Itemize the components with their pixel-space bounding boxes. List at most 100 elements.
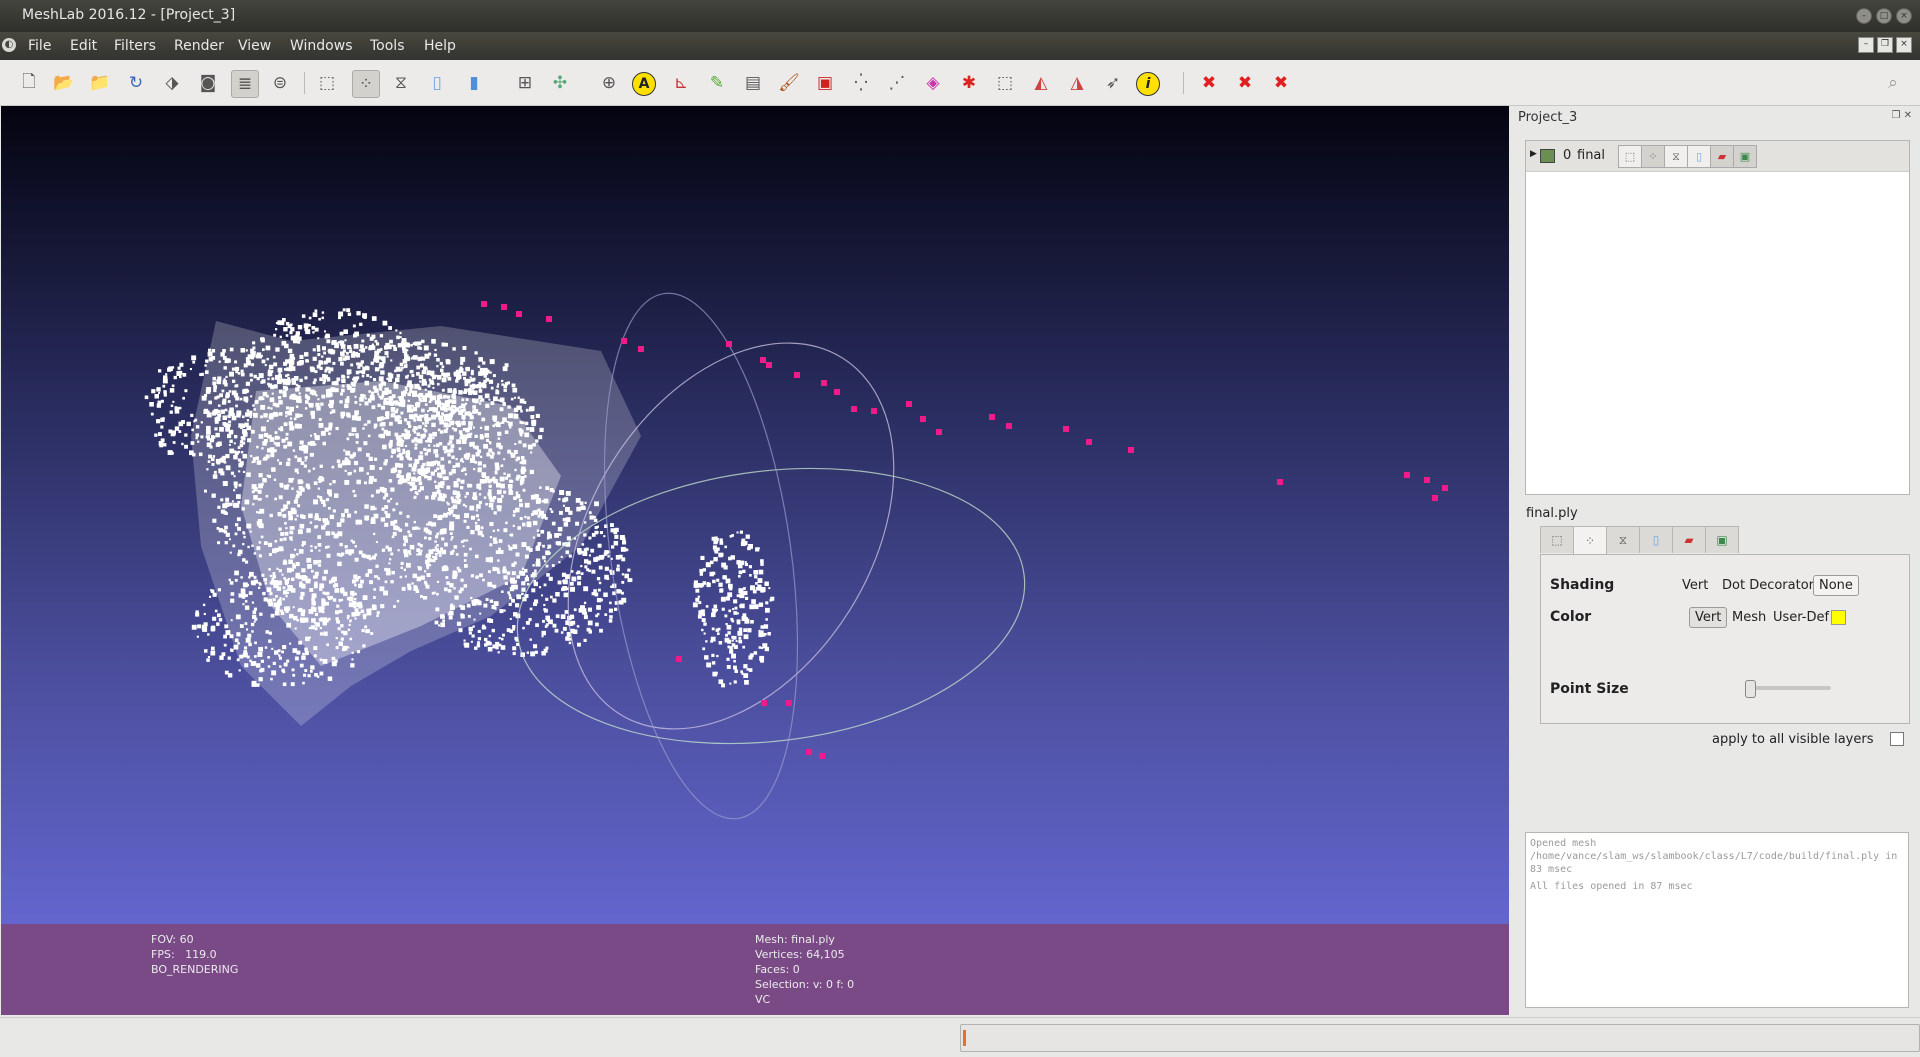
tab-wireframe[interactable]: ⧖ (1606, 526, 1640, 553)
select-region-icon[interactable]: ⬚ (992, 70, 1018, 96)
point-cloud-point (430, 462, 433, 465)
close-window-button[interactable]: × (1896, 8, 1912, 24)
open-project-icon[interactable]: 📂 (51, 70, 77, 96)
annotate-icon[interactable]: A (632, 72, 656, 96)
quality-mapper-icon[interactable]: ▣ (812, 70, 838, 96)
menu-edit[interactable]: Edit (70, 38, 97, 54)
point-cloud-point (300, 591, 305, 596)
delete-selected-icon[interactable]: ✖ (1196, 70, 1222, 96)
tab-solid[interactable]: ▯ (1639, 526, 1673, 553)
delete-vertices-icon[interactable]: ✖ (1268, 70, 1294, 96)
layer-flat-icon[interactable]: ▯ (1687, 145, 1711, 168)
point-cloud-point (246, 628, 249, 631)
point-cloud-point (505, 521, 508, 525)
export-mesh-icon[interactable]: ⬗ (159, 70, 185, 96)
point-cloud-point (384, 522, 389, 527)
visibility-icon[interactable] (1540, 149, 1555, 163)
info-icon[interactable]: i (1136, 72, 1160, 96)
point-cloud-point (427, 444, 431, 447)
paint-icon[interactable]: ✎ (704, 70, 730, 96)
pick-points-icon[interactable]: ⋰ (884, 70, 910, 96)
point-size-slider[interactable] (1745, 680, 1831, 698)
point-cloud-point (720, 596, 726, 602)
select-vertices-icon[interactable]: ⁛ (848, 70, 874, 96)
menu-view[interactable]: View (238, 38, 271, 54)
menu-filters[interactable]: Filters (114, 38, 156, 54)
tab-points[interactable]: ⁘ (1573, 526, 1607, 555)
apply-all-checkbox[interactable] (1890, 732, 1904, 746)
texture-icon[interactable]: ◈ (920, 70, 946, 96)
point-cloud-point (560, 614, 566, 619)
edit-face-icon[interactable]: ◭ (1028, 70, 1054, 96)
point-cloud-point (391, 570, 395, 575)
point-cloud-point (577, 642, 581, 647)
mdi-close-button[interactable]: × (1896, 37, 1912, 53)
maximize-window-button[interactable]: □ (1876, 8, 1892, 24)
tab-bbox[interactable]: ⬚ (1540, 526, 1574, 553)
search-icon[interactable]: ⌕ (1880, 70, 1906, 96)
trackball-icon[interactable]: ⊕ (596, 70, 622, 96)
expand-layer-icon[interactable]: ▶ (1530, 149, 1537, 159)
log-window[interactable]: Opened mesh /home/vance/slam_ws/slambook… (1525, 832, 1909, 1008)
georef-icon[interactable]: ✱ (956, 70, 982, 96)
edit-connected-icon[interactable]: ◮ (1064, 70, 1090, 96)
points-render-icon[interactable]: ⁘ (352, 70, 380, 98)
point-cloud-point (721, 607, 725, 611)
dock-buttons[interactable]: ❐ ✕ (1891, 110, 1912, 121)
point-cloud-point (293, 417, 297, 421)
point-cloud-point (443, 408, 448, 412)
menu-tools[interactable]: Tools (370, 38, 405, 54)
point-cloud-point (551, 521, 556, 526)
camera-point (1424, 477, 1430, 483)
flat-shading-icon[interactable]: ▯ (424, 70, 450, 96)
minimize-window-button[interactable]: – (1856, 8, 1872, 24)
point-cloud-point (501, 590, 504, 593)
tab-decorators[interactable]: ▣ (1705, 526, 1739, 553)
layer-points-icon[interactable]: ⁘ (1641, 145, 1665, 168)
point-size-slider-handle[interactable] (1745, 680, 1756, 698)
select-pointer-icon[interactable]: ➶ (1100, 70, 1126, 96)
bounding-box-icon[interactable]: ⬚ (314, 70, 340, 96)
brush-icon[interactable]: 🖌 (776, 70, 802, 96)
layer-row[interactable]: ▶ 0 final ⬚ ⁘ ⧖ ▯ ▰ ▣ (1526, 141, 1909, 172)
layer-wire-icon[interactable]: ⧖ (1664, 145, 1688, 168)
snapshot-icon[interactable]: ◙ (195, 70, 221, 96)
point-cloud-point (497, 383, 500, 386)
wireframe-icon[interactable]: ⧖ (388, 70, 414, 96)
mdi-minimize-button[interactable]: – (1858, 37, 1874, 53)
tab-texture[interactable]: ▰ (1672, 526, 1706, 553)
user-def-color-swatch[interactable] (1831, 610, 1846, 625)
delete-faces-icon[interactable]: ✖ (1232, 70, 1258, 96)
point-cloud-point (346, 396, 350, 399)
color-vert-button[interactable]: Vert (1689, 607, 1728, 628)
raster-layers-icon[interactable]: ⊜ (267, 70, 293, 96)
smooth-shading-icon[interactable]: ▮ (461, 70, 487, 96)
app-icon[interactable]: ◐ (2, 38, 16, 52)
layer-stack-icon[interactable]: ⊞ (512, 70, 538, 96)
mdi-restore-button[interactable]: ❐ (1877, 37, 1893, 53)
measure-icon[interactable]: ⊾ (668, 70, 694, 96)
layer-bbox-icon[interactable]: ⬚ (1618, 145, 1642, 168)
menu-help[interactable]: Help (424, 38, 456, 54)
3d-viewport[interactable]: FOV: 60 FPS: 119.0 BO_RENDERING Mesh: fi… (1, 106, 1509, 1015)
menu-file[interactable]: File (28, 38, 51, 54)
point-cloud-point (414, 443, 418, 447)
point-cloud-point (731, 653, 736, 659)
new-project-icon[interactable]: 🗋 (16, 70, 42, 96)
color-user-def-option[interactable]: User-Def (1773, 610, 1829, 625)
point-cloud-point (470, 378, 475, 382)
point-cloud-point (339, 609, 343, 614)
menu-windows[interactable]: Windows (290, 38, 353, 54)
layer-texture-icon[interactable]: ▰ (1710, 145, 1734, 168)
reload-icon[interactable]: ↻ (123, 70, 149, 96)
import-mesh-icon[interactable]: 📁 (87, 70, 113, 96)
color-mesh-option[interactable]: Mesh (1732, 610, 1766, 625)
show-layers-icon[interactable]: ≣ (231, 70, 259, 98)
point-cloud-point (223, 378, 226, 381)
raster-align-icon[interactable]: ▤ (740, 70, 766, 96)
dot-decorator-none-button[interactable]: None (1813, 575, 1859, 596)
menu-render[interactable]: Render (174, 38, 224, 54)
layer-decorator-icon[interactable]: ▣ (1733, 145, 1757, 168)
axes-icon[interactable]: ✣ (547, 70, 573, 96)
shading-value[interactable]: Vert (1682, 578, 1708, 593)
